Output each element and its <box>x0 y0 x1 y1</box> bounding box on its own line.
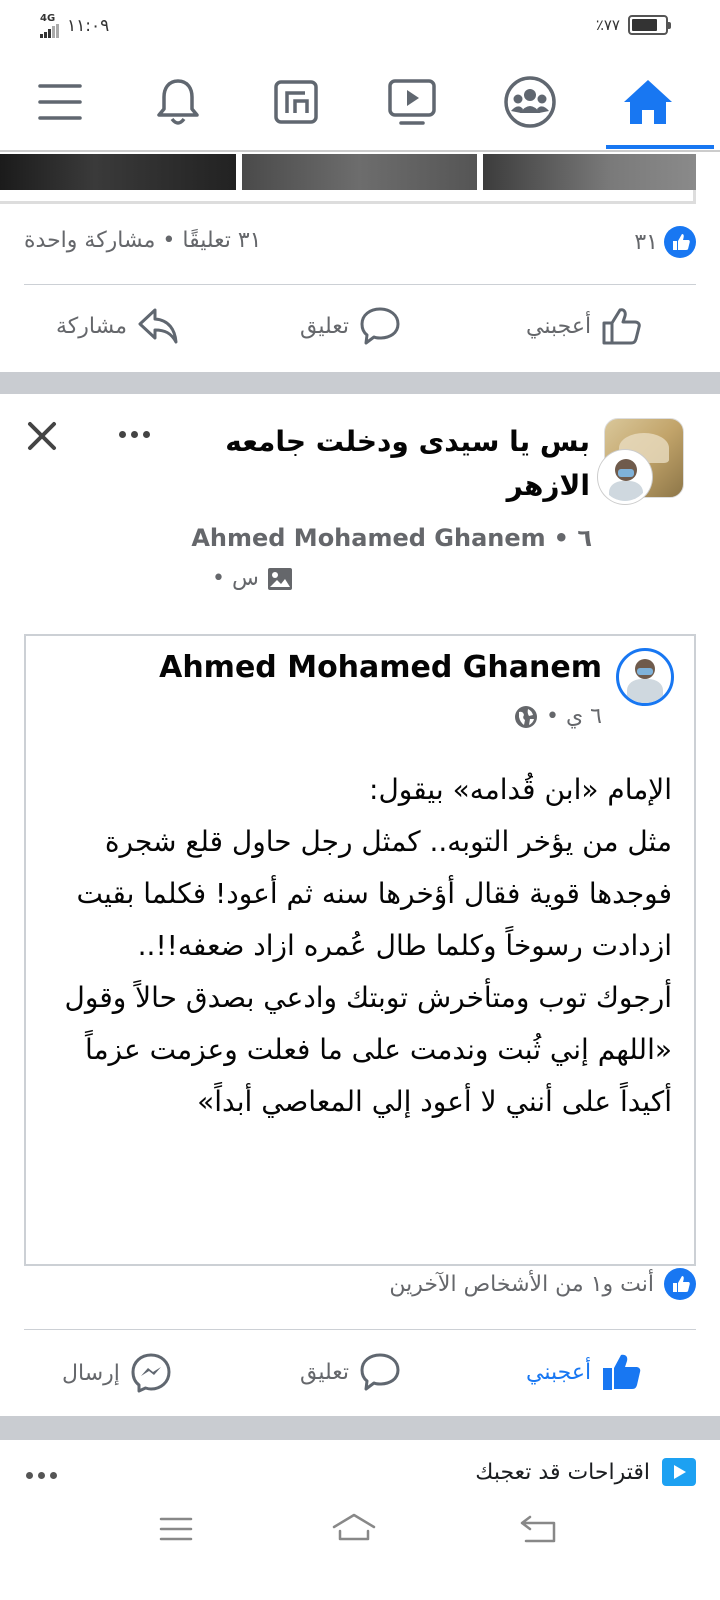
share-button[interactable]: مشاركة <box>56 306 179 346</box>
shared-post-body: الإمام «ابن قُدامه» بيقول: مثل من يؤخر ا… <box>64 773 672 1118</box>
pages-icon[interactable] <box>266 74 326 130</box>
post-time-prefix: ٦ • <box>553 524 592 552</box>
previous-post-images[interactable] <box>0 154 696 204</box>
comment-label: تعليق <box>300 313 350 339</box>
like-button[interactable]: أعجبني <box>526 306 643 346</box>
watch-icon[interactable] <box>382 74 442 130</box>
like-reaction-icon <box>664 1268 696 1300</box>
top-navigation <box>0 52 720 152</box>
suggestions-label: اقتراحات قد تعجبك <box>475 1459 650 1485</box>
like-reaction-icon <box>664 226 696 258</box>
post-reactions-summary[interactable]: أنت و١ من الأشخاص الآخرين <box>389 1268 696 1300</box>
feed-separator <box>0 1416 720 1440</box>
comment-label: تعليق <box>300 1359 350 1385</box>
network-type: 4G <box>40 13 56 24</box>
previous-post-stats: ٣١ تعليقًا • مشاركة واحدة ٣١ <box>24 226 696 266</box>
close-icon[interactable] <box>24 418 60 454</box>
globe-icon <box>514 705 538 729</box>
suggestions-header[interactable]: اقتراحات قد تعجبك <box>475 1458 696 1486</box>
comment-button[interactable]: تعليق <box>300 306 401 346</box>
shared-author-avatar[interactable] <box>616 648 674 706</box>
status-right: ٪٧٧ <box>595 15 671 35</box>
feed-separator <box>0 372 720 394</box>
messenger-icon <box>131 1353 171 1393</box>
like-icon <box>602 308 641 345</box>
suggestions-more-icon[interactable] <box>26 1468 62 1482</box>
comment-icon <box>360 1353 400 1391</box>
like-button[interactable]: أعجبني <box>526 1352 643 1392</box>
divider <box>24 1329 696 1330</box>
shared-author-name[interactable]: Ahmed Mohamed Ghanem <box>159 650 602 685</box>
shared-post[interactable]: Ahmed Mohamed Ghanem ٦ ي • الإمام «ابن ق… <box>24 634 696 1266</box>
shared-post-time: ٦ ي • <box>545 704 602 729</box>
groups-icon[interactable] <box>500 74 560 130</box>
post-author[interactable]: Ahmed Mohamed Ghanem <box>191 524 545 552</box>
send-button[interactable]: إرسال <box>62 1352 172 1394</box>
post-meta-line: س • <box>212 566 293 591</box>
reactions-summary[interactable]: ٣١ <box>634 226 696 258</box>
reactions-text: أنت و١ من الأشخاص الآخرين <box>389 1271 654 1297</box>
post-image[interactable] <box>0 154 236 190</box>
menu-icon[interactable] <box>30 74 90 130</box>
post-title[interactable]: بس يا سيدى ودخلت جامعه الازهر <box>160 420 590 508</box>
post-author-line: ٦ • Ahmed Mohamed Ghanem <box>191 524 592 552</box>
system-navigation-bar <box>0 1513 720 1600</box>
battery-percent: ٪٧٧ <box>595 16 620 34</box>
bell-icon[interactable] <box>148 74 208 130</box>
recents-icon[interactable] <box>158 1515 198 1545</box>
send-label: إرسال <box>62 1360 120 1386</box>
more-options-icon[interactable] <box>114 424 154 444</box>
comments-shares-count[interactable]: ٣١ تعليقًا • مشاركة واحدة <box>24 228 262 253</box>
like-label: أعجبني <box>526 1359 592 1385</box>
post-image[interactable] <box>242 154 477 190</box>
shared-post-meta: ٦ ي • <box>514 704 602 729</box>
battery-icon <box>628 15 671 35</box>
share-icon <box>138 308 178 344</box>
user-avatar[interactable] <box>598 450 652 504</box>
photo-icon <box>267 567 293 591</box>
like-label: أعجبني <box>526 313 592 339</box>
comment-icon <box>360 307 400 345</box>
status-left: 4G ١١:٠٩ <box>40 14 109 38</box>
reactions-count: ٣١ <box>634 229 658 255</box>
back-icon[interactable] <box>518 1513 558 1547</box>
divider <box>24 284 696 285</box>
home-icon[interactable] <box>618 74 678 130</box>
network-signal-icon: 4G <box>40 14 59 38</box>
like-icon-filled <box>603 1354 641 1390</box>
post-time-suffix: س • <box>212 566 259 591</box>
comment-button[interactable]: تعليق <box>300 1352 401 1392</box>
post-image[interactable] <box>483 154 696 190</box>
home-nav-icon[interactable] <box>330 1511 378 1545</box>
video-play-icon <box>662 1458 696 1486</box>
share-label: مشاركة <box>56 313 128 339</box>
clock: ١١:٠٩ <box>67 16 110 36</box>
status-bar: 4G ١١:٠٩ ٪٧٧ <box>0 0 720 52</box>
active-tab-indicator <box>606 145 714 149</box>
